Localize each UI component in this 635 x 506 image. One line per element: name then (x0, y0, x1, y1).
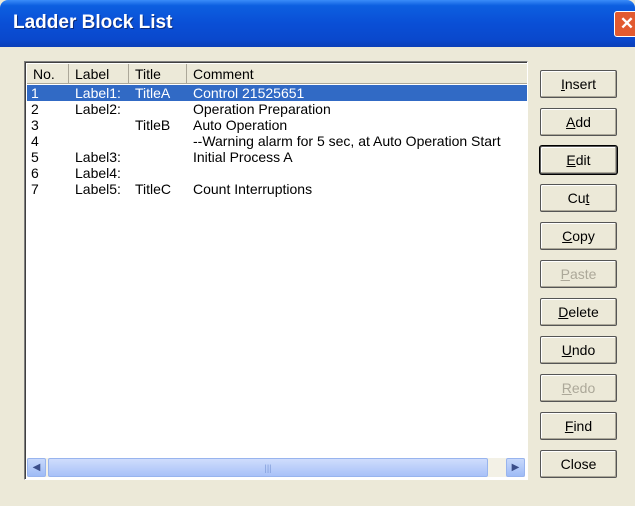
paste-button[interactable]: Paste (540, 260, 617, 288)
table-row[interactable]: 2 Label2: Operation Preparation (27, 101, 527, 117)
column-header-label[interactable]: Label (69, 64, 129, 84)
ladder-block-list-dialog: Ladder Block List ✕ No. Label Title Comm… (0, 0, 635, 506)
list-header: No. Label Title Comment (27, 64, 527, 84)
row-comment: --Warning alarm for 5 sec, at Auto Opera… (193, 133, 501, 149)
table-row[interactable]: 4 --Warning alarm for 5 sec, at Auto Oper… (27, 133, 527, 149)
table-row[interactable]: 7 Label5: TitleC Count Interruptions (27, 181, 527, 197)
delete-button[interactable]: Delete (540, 298, 617, 326)
column-header-title[interactable]: Title (129, 64, 187, 84)
row-comment: Auto Operation (193, 117, 288, 133)
scrollbar-thumb[interactable]: ||| (48, 458, 488, 477)
row-no: 3 (31, 117, 39, 133)
row-comment: Control 21525651 (193, 85, 305, 101)
row-no: 4 (31, 133, 39, 149)
row-label: Label4: (75, 165, 121, 181)
list-rows: 1 Label1: TitleA Control 21525651 2 Label2: Op… (27, 85, 527, 197)
row-no: 1 (31, 85, 39, 101)
add-button[interactable]: Add (540, 108, 617, 136)
table-row[interactable]: 6 Label4: (27, 165, 527, 181)
undo-button[interactable]: Undo (540, 336, 617, 364)
row-no: 7 (31, 181, 39, 197)
horizontal-scrollbar[interactable]: ◀ ||| ▶ (27, 458, 525, 477)
row-title: TitleB (135, 117, 171, 133)
table-row[interactable]: 5 Label3: Initial Process A (27, 149, 527, 165)
copy-button[interactable]: Copy (540, 222, 617, 250)
row-no: 6 (31, 165, 39, 181)
row-comment: Initial Process A (193, 149, 293, 165)
ladder-block-listview[interactable]: No. Label Title Comment 1 Label1: TitleA Co… (24, 61, 528, 480)
table-row[interactable]: 3 TitleB Auto Operation (27, 117, 527, 133)
close-icon[interactable]: ✕ (614, 11, 635, 37)
close-button[interactable]: Close (540, 450, 617, 478)
cut-button[interactable]: Cu t (540, 184, 617, 212)
row-comment: Count Interruptions (193, 181, 313, 197)
row-no: 5 (31, 149, 39, 165)
row-comment: Operation Preparation (193, 101, 331, 117)
table-row[interactable]: 1 Label1: TitleA Control 21525651 (27, 85, 527, 101)
row-title: TitleA (135, 85, 171, 101)
row-label: Label2: (75, 101, 121, 117)
row-label: Label5: (75, 181, 121, 197)
window-title: Ladder Block List (13, 12, 173, 33)
row-label: Label1: (75, 85, 121, 101)
column-header-no[interactable]: No. (27, 64, 69, 84)
edit-button[interactable]: Edit (540, 146, 617, 174)
insert-button[interactable]: Insert (540, 70, 617, 98)
find-button[interactable]: Find (540, 412, 617, 440)
row-title: TitleC (135, 181, 172, 197)
scroll-right-icon[interactable]: ▶ (506, 458, 525, 477)
row-label: Label3: (75, 149, 121, 165)
scroll-left-icon[interactable]: ◀ (27, 458, 46, 477)
title-bar[interactable]: Ladder Block List ✕ (0, 0, 635, 47)
row-no: 2 (31, 101, 39, 117)
column-header-comment[interactable]: Comment (187, 64, 527, 84)
redo-button[interactable]: Redo (540, 374, 617, 402)
